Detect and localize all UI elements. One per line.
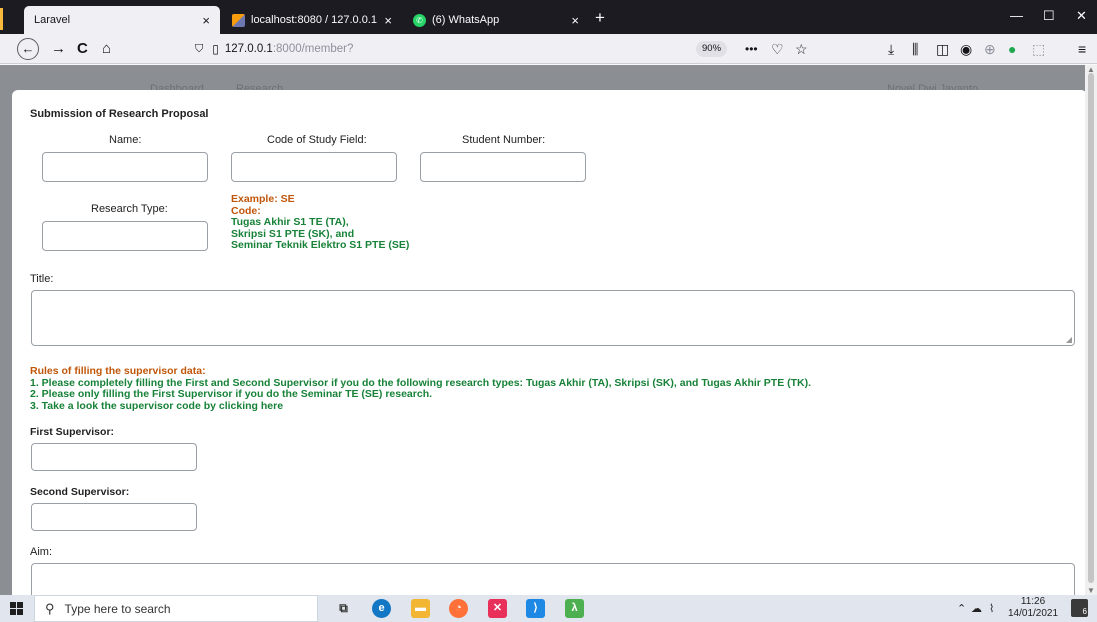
- sidebar-icon[interactable]: ◫: [936, 41, 949, 57]
- page-actions-menu[interactable]: •••: [745, 41, 758, 57]
- reload-button[interactable]: C: [77, 39, 88, 59]
- url-bar[interactable]: ⛉ ▯ 127.0.0.1 :8000/member?: [195, 38, 695, 60]
- aim-label: Aim:: [30, 546, 52, 558]
- grammarly-icon[interactable]: ●: [1008, 41, 1016, 57]
- resize-grip-icon[interactable]: ◢: [1066, 335, 1072, 344]
- file-explorer-icon[interactable]: ▬: [411, 599, 430, 618]
- code-hint: Example: SE Code: Tugas Akhir S1 TE (TA)…: [231, 193, 410, 252]
- hamburger-menu-icon[interactable]: ≡: [1078, 41, 1086, 57]
- first-supervisor-input[interactable]: [31, 443, 197, 471]
- rules-item-link[interactable]: 3. Take a look the supervisor code by cl…: [30, 400, 811, 413]
- home-button[interactable]: ⌂: [102, 39, 111, 59]
- windows-taskbar: ⚲ Type here to search ⧉ e ▬ ◔ ✕ ⟩ λ ⌃ ☁ …: [0, 595, 1097, 622]
- tab-title: localhost:8080 / 127.0.0.1 / proj: [251, 14, 378, 26]
- browser-tab-strip: Laravel × localhost:8080 / 127.0.0.1 / p…: [0, 0, 1097, 34]
- tab-title: Laravel: [34, 14, 71, 26]
- tray-expand-icon[interactable]: ⌃: [957, 602, 966, 615]
- shield-icon[interactable]: ⛉: [195, 43, 203, 56]
- student-number-label: Student Number:: [462, 134, 546, 146]
- second-supervisor-input[interactable]: [31, 503, 197, 531]
- search-icon: ⚲: [45, 600, 55, 616]
- tab-strip-accent: [0, 8, 3, 30]
- back-button[interactable]: ←: [17, 38, 39, 60]
- firefox-icon[interactable]: ◔: [449, 599, 468, 618]
- account-icon[interactable]: ◉: [960, 41, 972, 57]
- name-label: Name:: [109, 134, 142, 146]
- minimize-button[interactable]: —: [1010, 8, 1023, 23]
- taskbar-search-placeholder: Type here to search: [64, 601, 171, 616]
- notification-count: 6: [1082, 607, 1087, 616]
- tab-laravel[interactable]: Laravel ×: [24, 6, 220, 34]
- xampp-icon[interactable]: ✕: [488, 599, 507, 618]
- system-clock[interactable]: 11:26 14/01/2021: [1008, 596, 1058, 620]
- vscode-icon[interactable]: ⟩: [526, 599, 545, 618]
- tab-whatsapp[interactable]: ✆ (6) WhatsApp ×: [403, 6, 589, 34]
- forward-button[interactable]: →: [51, 39, 66, 59]
- proposal-form-card: Submission of Research Proposal Name: Co…: [12, 90, 1087, 595]
- scrollbar-thumb[interactable]: [1088, 73, 1094, 583]
- title-label: Title:: [30, 273, 54, 285]
- tab-close-icon[interactable]: ×: [384, 13, 392, 28]
- task-view-icon[interactable]: ⧉: [334, 599, 353, 618]
- tab-close-icon[interactable]: ×: [202, 13, 210, 28]
- title-textarea[interactable]: ◢: [31, 290, 1075, 346]
- second-supervisor-label: Second Supervisor:: [30, 486, 130, 498]
- notification-center-icon[interactable]: 6: [1071, 599, 1088, 617]
- extension-icon[interactable]: ⊕: [984, 41, 996, 57]
- whatsapp-favicon-icon: ✆: [413, 13, 426, 27]
- code-option: Tugas Akhir S1 TE (TA),: [231, 216, 349, 228]
- bookmark-star-icon[interactable]: ☆: [795, 41, 808, 57]
- close-window-button[interactable]: ✕: [1076, 8, 1087, 24]
- tab-close-icon[interactable]: ×: [571, 13, 579, 28]
- clock-date: 14/01/2021: [1008, 608, 1059, 619]
- code-option: Seminar Teknik Elektro S1 PTE (SE): [231, 239, 410, 251]
- student-number-input[interactable]: [420, 152, 586, 182]
- cmder-icon[interactable]: λ: [565, 599, 584, 618]
- taskbar-search-box[interactable]: ⚲ Type here to search: [34, 595, 318, 622]
- clock-time: 11:26: [1020, 596, 1046, 607]
- new-tab-button[interactable]: +: [595, 8, 605, 28]
- first-supervisor-label: First Supervisor:: [30, 426, 115, 438]
- rules-item: 2. Please only filling the First Supervi…: [30, 388, 433, 400]
- cloud-icon[interactable]: ☁: [971, 602, 982, 615]
- phpmyadmin-favicon-icon: [232, 13, 245, 27]
- url-path: :8000/member?: [272, 43, 354, 55]
- name-input[interactable]: [42, 152, 208, 182]
- tab-phpmyadmin[interactable]: localhost:8080 / 127.0.0.1 / proj ×: [222, 6, 402, 34]
- code-example: Example: SE: [231, 193, 295, 205]
- aim-textarea[interactable]: [31, 563, 1075, 595]
- library-icon[interactable]: ⫼: [912, 41, 918, 57]
- screenshot-icon[interactable]: ⬚: [1032, 41, 1045, 57]
- zoom-level[interactable]: 90%: [696, 41, 728, 57]
- wifi-icon[interactable]: ⌇: [989, 602, 994, 615]
- rules-heading: Rules of filling the supervisor data:: [30, 365, 206, 377]
- supervisor-rules: Rules of filling the supervisor data: 1.…: [30, 365, 811, 413]
- page-viewport: Dashboard Research Novel Dwi Jayanto Sub…: [0, 65, 1097, 595]
- study-field-code-input[interactable]: [231, 152, 397, 182]
- page-title: Submission of Research Proposal: [30, 108, 209, 120]
- page-scrollbar[interactable]: ▲ ▼: [1085, 65, 1097, 595]
- tab-title: (6) WhatsApp: [432, 14, 500, 26]
- research-type-label: Research Type:: [91, 203, 168, 215]
- page-icon: ▯: [212, 42, 219, 56]
- downloads-icon[interactable]: ⤓: [888, 41, 894, 57]
- pocket-icon[interactable]: ♡: [771, 41, 784, 57]
- research-type-input[interactable]: [42, 221, 208, 251]
- study-field-code-label: Code of Study Field:: [267, 134, 367, 146]
- scroll-down-icon[interactable]: ▼: [1087, 586, 1095, 595]
- url-host: 127.0.0.1: [224, 43, 273, 55]
- windows-start-icon[interactable]: [10, 602, 23, 615]
- maximize-button[interactable]: ☐: [1043, 8, 1055, 24]
- edge-icon[interactable]: e: [372, 599, 391, 618]
- browser-toolbar: ← → C ⌂ ⛉ ▯ 127.0.0.1 :8000/member? 90% …: [0, 34, 1097, 64]
